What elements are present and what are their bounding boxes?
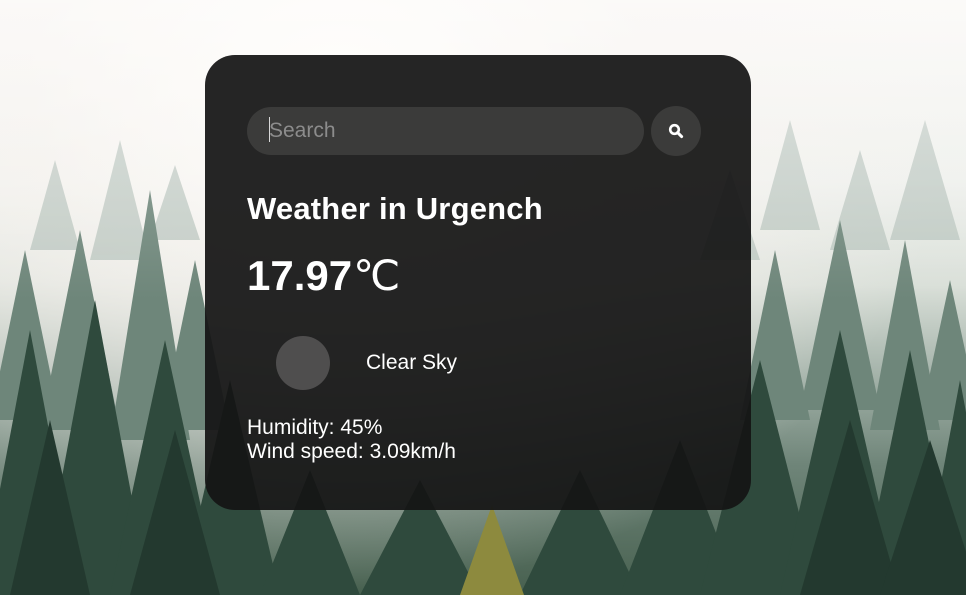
- weather-title: Weather in Urgench: [247, 191, 543, 226]
- temperature-display: 17.97 ℃: [247, 252, 709, 300]
- weather-description: Clear Sky: [366, 351, 458, 374]
- search-input[interactable]: [247, 107, 644, 155]
- weather-condition: Clear Sky: [247, 336, 709, 390]
- weather-stats: Humidity: 45% Wind speed: 3.09km/h: [247, 416, 709, 464]
- temperature-unit: ℃: [353, 254, 401, 300]
- search-bar: [247, 106, 709, 156]
- text-cursor: [269, 117, 270, 142]
- humidity-text: Humidity: 45%: [247, 416, 383, 439]
- search-button[interactable]: [651, 106, 701, 156]
- weather-card: Weather in Urgench 17.97℃ Clear Sky Humi…: [205, 55, 751, 510]
- wind-speed-text: Wind speed: 3.09km/h: [247, 440, 456, 463]
- weather-condition-icon: [276, 336, 330, 390]
- search-icon: [668, 123, 684, 139]
- temperature-value: 17.97: [247, 252, 353, 299]
